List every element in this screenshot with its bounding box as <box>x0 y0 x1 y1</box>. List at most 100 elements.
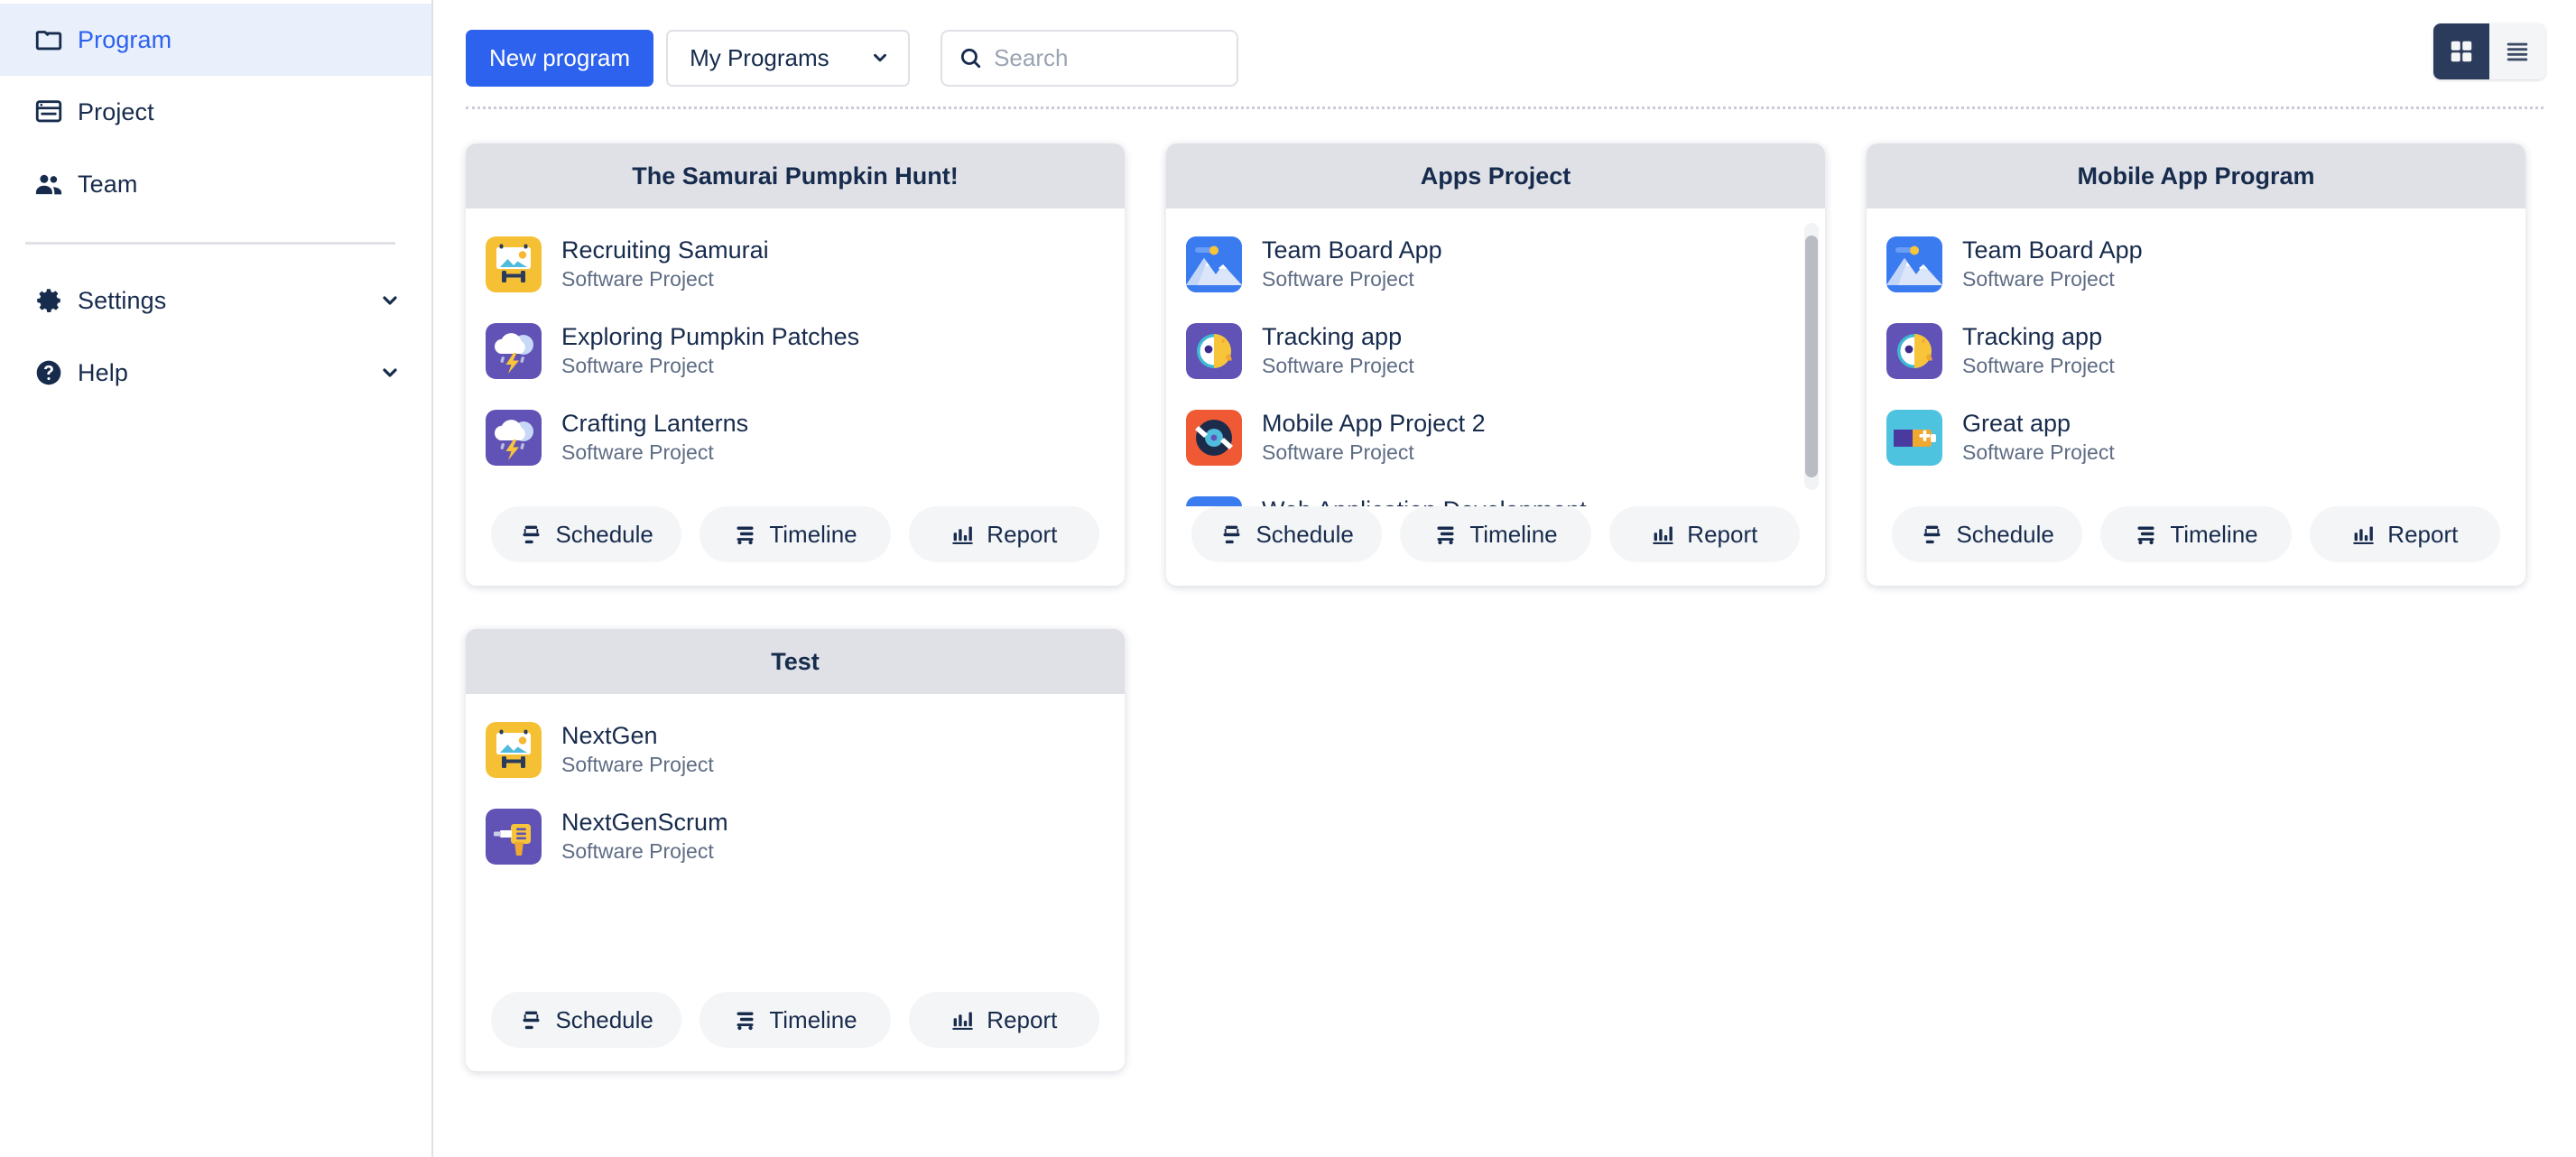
report-button[interactable]: Report <box>2310 506 2500 562</box>
project-name: Recruiting Samurai <box>561 236 769 266</box>
project-list-scrollbar[interactable] <box>1804 223 1819 490</box>
report-icon <box>950 523 975 547</box>
project-name: Great app <box>1962 409 2115 440</box>
project-list-item[interactable]: Tracking appSoftware Project <box>1186 308 1805 394</box>
sidebar-primary-nav: Program ProjectTeam <box>0 4 431 220</box>
project-text: Tracking appSoftware Project <box>1962 322 2115 380</box>
schedule-button[interactable]: Schedule <box>1191 506 1382 562</box>
project-list-container: Recruiting SamuraiSoftware ProjectExplor… <box>466 208 1125 506</box>
timeline-button[interactable]: Timeline <box>2100 506 2291 562</box>
action-label: Schedule <box>1256 521 1353 549</box>
project-list-item[interactable]: Exploring Pumpkin PatchesSoftware Projec… <box>486 308 1105 394</box>
project-list-item[interactable]: Crafting LanternsSoftware Project <box>486 394 1105 481</box>
project-text: Mobile App Project 2Software Project <box>1262 409 1486 467</box>
sidebar-divider <box>25 242 395 245</box>
program-card-title: The Samurai Pumpkin Hunt! <box>466 143 1125 208</box>
timeline-button[interactable]: Timeline <box>1400 506 1590 562</box>
project-type: Software Project <box>561 838 728 865</box>
project-list-item[interactable]: NextGenSoftware Project <box>486 707 1105 793</box>
scrollbar-thumb[interactable] <box>1805 236 1818 477</box>
action-label: Timeline <box>1469 521 1557 549</box>
action-label: Schedule <box>1956 521 2053 549</box>
project-name: NextGen <box>561 721 714 752</box>
schedule-button[interactable]: Schedule <box>491 992 681 1048</box>
search-field[interactable] <box>941 30 1238 87</box>
program-filter-select[interactable]: My Programs <box>666 30 910 87</box>
timeline-button[interactable]: Timeline <box>700 506 890 562</box>
sidebar-item-program[interactable]: Program <box>0 4 431 76</box>
chevron-down-icon <box>870 48 890 68</box>
sidebar-secondary-nav: Settings Help <box>0 264 431 409</box>
chevron-down-icon[interactable] <box>379 362 401 384</box>
search-input[interactable] <box>994 44 1220 72</box>
project-text: Team Board AppSoftware Project <box>1962 236 2143 293</box>
project-list: Recruiting SamuraiSoftware ProjectExplor… <box>466 221 1125 481</box>
timeline-icon <box>733 1008 757 1032</box>
program-card: TestNextGenSoftware ProjectNextGenScrumS… <box>466 629 1125 1071</box>
project-list-item[interactable]: NextGenScrumSoftware Project <box>486 793 1105 880</box>
drill-icon <box>486 809 542 865</box>
battery-icon <box>1886 410 1942 466</box>
project-list-item[interactable]: Team Board AppSoftware Project <box>1886 221 2506 308</box>
sidebar-item-label: Program <box>78 26 171 54</box>
people-icon <box>20 168 78 200</box>
main-content: New program My Programs <box>433 0 2576 1157</box>
schedule-icon <box>519 523 543 547</box>
project-text: Crafting LanternsSoftware Project <box>561 409 748 467</box>
project-text: NextGenScrumSoftware Project <box>561 808 728 865</box>
sidebar: Program ProjectTeam Settings Help <box>0 0 433 1157</box>
program-filter-value: My Programs <box>690 44 829 72</box>
project-text: Team Board AppSoftware Project <box>1262 236 1442 293</box>
project-list: Team Board AppSoftware Project Tracking a… <box>1867 221 2525 481</box>
schedule-button[interactable]: Schedule <box>491 506 681 562</box>
schedule-button[interactable]: Schedule <box>1892 506 2082 562</box>
project-list-item[interactable]: Recruiting SamuraiSoftware Project <box>486 221 1105 308</box>
project-list-item[interactable]: Great appSoftware Project <box>1886 394 2506 481</box>
list-view-button[interactable] <box>2489 23 2545 79</box>
chevron-down-icon[interactable] <box>379 290 401 311</box>
project-type: Software Project <box>561 353 859 380</box>
project-list-item[interactable]: Web Application DevelopmentSoftware Proj… <box>1186 481 1805 506</box>
program-card-actions: Schedule Timeline Report <box>466 506 1125 586</box>
sidebar-item-project[interactable]: Project <box>0 76 431 148</box>
sidebar-item-team[interactable]: Team <box>0 148 431 220</box>
project-type: Software Project <box>561 266 769 293</box>
project-list-item[interactable]: Mobile App Project 2Software Project <box>1186 394 1805 481</box>
program-card-title: Apps Project <box>1166 143 1825 208</box>
project-name: Tracking app <box>1262 322 1414 353</box>
new-program-button[interactable]: New program <box>466 30 653 87</box>
action-label: Timeline <box>2170 521 2257 549</box>
project-type: Software Project <box>1262 266 1442 293</box>
project-name: Mobile App Project 2 <box>1262 409 1486 440</box>
record-icon <box>1186 410 1242 466</box>
bird-icon <box>1186 323 1242 379</box>
report-button[interactable]: Report <box>909 506 1099 562</box>
report-button[interactable]: Report <box>909 992 1099 1048</box>
report-icon <box>950 1008 975 1032</box>
schedule-icon <box>519 1008 543 1032</box>
grid-view-button[interactable] <box>2433 23 2489 79</box>
sidebar-item-label: Settings <box>78 287 166 315</box>
timeline-button[interactable]: Timeline <box>700 992 890 1048</box>
project-list-item[interactable]: Team Board AppSoftware Project <box>1186 221 1805 308</box>
timeline-icon <box>733 523 757 547</box>
thunderstorm-icon <box>486 323 542 379</box>
program-card-grid: The Samurai Pumpkin Hunt! Recruiting Samu… <box>433 109 2576 1071</box>
sidebar-item-settings[interactable]: Settings <box>0 264 431 337</box>
sidebar-item-help[interactable]: Help <box>0 337 431 409</box>
project-text: Exploring Pumpkin PatchesSoftware Projec… <box>561 322 859 380</box>
program-card-title: Test <box>466 629 1125 694</box>
project-type: Software Project <box>1262 440 1486 467</box>
project-type: Software Project <box>1962 266 2143 293</box>
project-name: Exploring Pumpkin Patches <box>561 322 859 353</box>
project-text: Great appSoftware Project <box>1962 409 2115 467</box>
report-button[interactable]: Report <box>1609 506 1800 562</box>
program-card: Mobile App ProgramTeam Board AppSoftware… <box>1867 143 2525 586</box>
action-label: Report <box>1687 521 1757 549</box>
mountains-icon <box>1886 236 1942 292</box>
project-list-item[interactable]: Tracking appSoftware Project <box>1886 308 2506 394</box>
app-root: Program ProjectTeam Settings Help New prog… <box>0 0 2576 1157</box>
action-label: Report <box>987 1006 1057 1034</box>
program-card-actions: Schedule Timeline Report <box>1867 506 2525 586</box>
help-icon <box>20 357 78 388</box>
